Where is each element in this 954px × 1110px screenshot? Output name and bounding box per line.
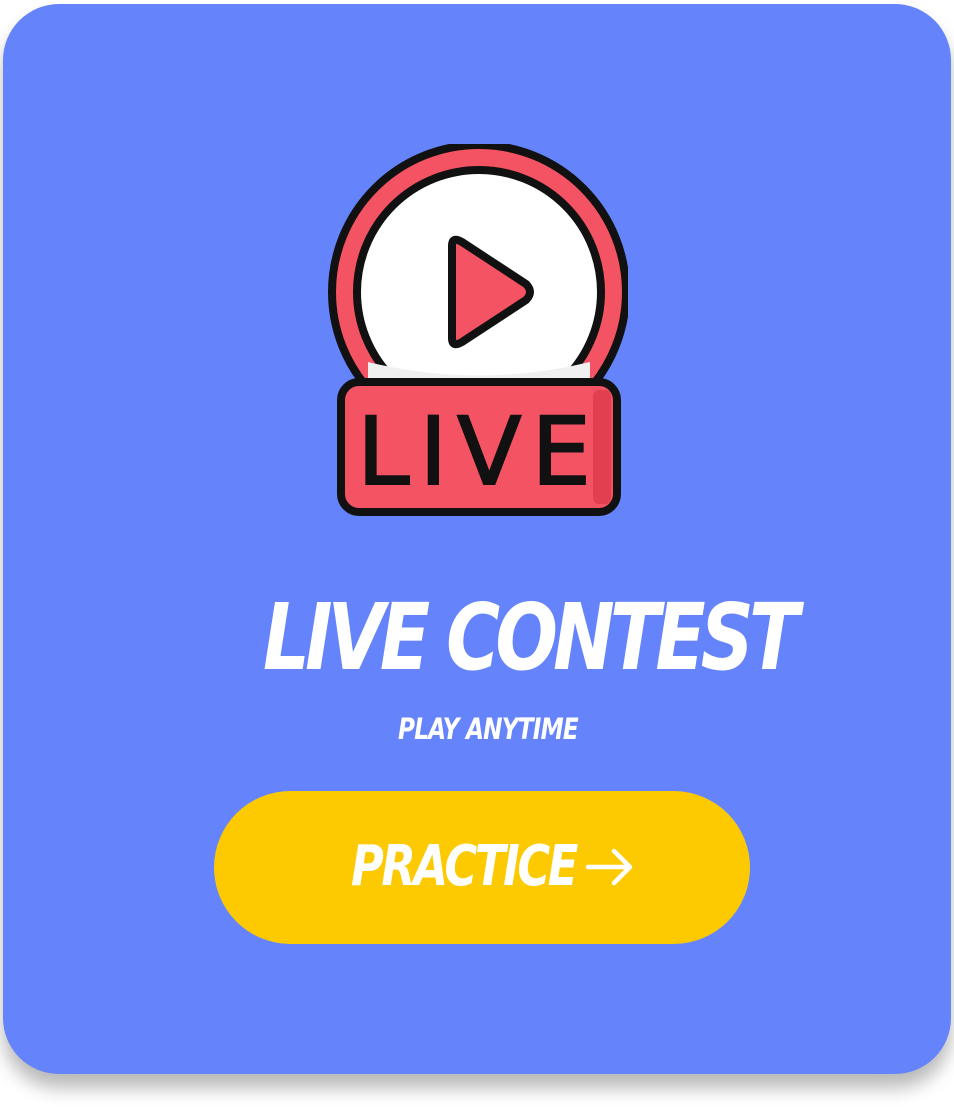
live-contest-card[interactable]: LIVE LIVE CONTEST PLAY ANYTIME PRACTICE bbox=[3, 4, 951, 1074]
live-stream-icon: LIVE bbox=[328, 144, 628, 516]
practice-button-label: PRACTICE bbox=[351, 834, 578, 899]
card-subtitle: PLAY ANYTIME bbox=[398, 712, 579, 746]
live-badge-label: LIVE bbox=[357, 398, 601, 507]
practice-button[interactable]: PRACTICE bbox=[214, 791, 750, 944]
card-title: LIVE CONTEST bbox=[263, 584, 799, 691]
arrow-right-icon bbox=[585, 848, 633, 886]
